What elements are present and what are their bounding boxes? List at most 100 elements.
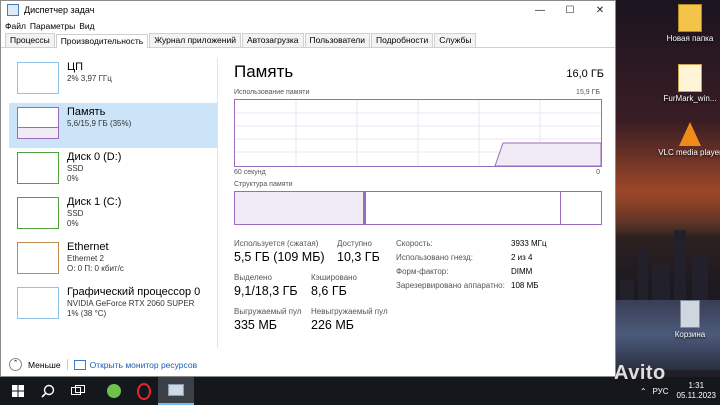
tab-strip: Процессы Производительность Журнал прило…	[1, 33, 615, 48]
sidebar-item-disk-0[interactable]: Диск 0 (D:) SSD 0%	[9, 148, 217, 193]
sidebar-item-memory[interactable]: Память 5,6/15,9 ГБ (35%)	[9, 103, 217, 148]
sidebar-item-detail: 5,6/15,9 ГБ (35%)	[67, 119, 132, 128]
language-indicator[interactable]: РУС	[653, 387, 669, 396]
stat-available-value: 10,3 ГБ	[337, 250, 380, 264]
fewer-details-link[interactable]: Меньше	[28, 360, 61, 370]
task-manager-window: Диспетчер задач — ☐ ✕ Файл Параметры Вид…	[0, 0, 616, 377]
clock-date: 05.11.2023	[676, 391, 716, 400]
desktop-icon-label: Новая папка	[666, 34, 714, 43]
task-view-button[interactable]	[60, 377, 96, 405]
sidebar-item-cpu[interactable]: ЦП 2% 3,97 ГГц	[9, 58, 217, 103]
sidebar-item-detail: SSD	[67, 164, 84, 173]
page-title: Память	[234, 62, 294, 81]
task-view-icon	[71, 385, 85, 395]
composition-in-use	[235, 192, 364, 224]
search-icon	[41, 384, 55, 398]
gpu-graph-thumbnail	[17, 287, 59, 319]
tab-services[interactable]: Службы	[434, 33, 477, 47]
menu-options[interactable]: Параметры	[30, 21, 75, 31]
stat-paged-label: Выгружаемый пул	[234, 307, 302, 316]
stat-committed-label: Выделено	[234, 273, 272, 282]
window-title: Диспетчер задач	[24, 5, 95, 15]
taskbar-app-task-manager[interactable]	[158, 377, 194, 405]
sidebar-item-usage: 1% (38 °C)	[67, 309, 107, 318]
opera-icon	[137, 382, 151, 400]
taskbar-app-opera[interactable]	[126, 377, 162, 405]
memory-graph-thumbnail	[17, 107, 59, 139]
avito-watermark: Avito	[614, 362, 666, 384]
footer-separator	[66, 359, 68, 370]
detail-slots-label: Использовано гнезд:	[396, 253, 473, 262]
stat-cached-label: Кэшировано	[311, 273, 358, 282]
clock[interactable]: 1:31 05.11.2023	[677, 381, 716, 401]
sidebar-item-usage: 0%	[67, 219, 79, 228]
open-resource-monitor-link[interactable]: Открыть монитор ресурсов	[90, 360, 198, 370]
sidebar-item-label: Память	[67, 106, 106, 118]
desktop-icon-recycle-bin[interactable]: Корзина	[654, 300, 720, 339]
sidebar-item-label: ЦП	[67, 61, 84, 73]
sidebar-item-detail: NVIDIA GeForce RTX 2060 SUPER	[67, 299, 195, 308]
sidebar-item-disk-1[interactable]: Диск 1 (C:) SSD 0%	[9, 193, 217, 238]
resource-list: ЦП 2% 3,97 ГГц Память 5,6/15,9 ГБ (35%) …	[9, 58, 217, 328]
usage-graph-max: 15,9 ГБ	[576, 89, 600, 96]
menu-file[interactable]: Файл	[5, 21, 26, 31]
tray-overflow-icon[interactable]: ⌃	[640, 387, 647, 396]
composition-label: Структура памяти	[234, 181, 293, 188]
sidebar-item-detail: 2% 3,97 ГГц	[67, 74, 112, 83]
footer-bar: ⌃ Меньше Открыть монитор ресурсов	[9, 358, 197, 371]
task-manager-taskbar-icon	[168, 384, 184, 396]
task-manager-icon	[7, 4, 19, 16]
tab-performance[interactable]: Производительность	[55, 34, 149, 48]
ethernet-graph-thumbnail	[17, 242, 59, 274]
sidebar-item-ethernet[interactable]: Ethernet Ethernet 2 О: 0 П: 0 кбит/с	[9, 238, 217, 283]
resource-monitor-icon	[73, 359, 86, 370]
usage-graph-grid	[235, 100, 601, 166]
stat-committed-value: 9,1/18,3 ГБ	[234, 284, 298, 298]
sidebar-item-usage: 0%	[67, 174, 79, 183]
tab-processes[interactable]: Процессы	[5, 33, 55, 47]
panel-divider[interactable]	[217, 58, 218, 348]
torrent-icon	[107, 384, 121, 398]
tab-details[interactable]: Подробности	[371, 33, 434, 47]
graph-axis-right: 0	[596, 169, 600, 176]
stat-nonpaged-value: 226 МБ	[311, 318, 354, 332]
sidebar-item-gpu[interactable]: Графический процессор 0 NVIDIA GeForce R…	[9, 283, 217, 328]
minimize-icon: —	[535, 4, 545, 16]
sidebar-item-label: Диск 0 (D:)	[67, 151, 122, 163]
taskbar: ⌃ РУС 1:31 05.11.2023	[0, 377, 720, 405]
composition-standby	[366, 192, 561, 224]
performance-panel: ЦП 2% 3,97 ГГц Память 5,6/15,9 ГБ (35%) …	[1, 48, 615, 348]
sidebar-item-label: Диск 1 (C:)	[67, 196, 122, 208]
close-button[interactable]: ✕	[585, 1, 615, 19]
detail-reserved-label: Зарезервировано аппаратно:	[396, 281, 505, 290]
vlc-cone-icon	[679, 122, 701, 146]
tab-startup[interactable]: Автозагрузка	[241, 33, 304, 47]
tab-app-history[interactable]: Журнал приложений	[149, 33, 241, 47]
minimize-button[interactable]: —	[525, 1, 555, 19]
detail-slots-value: 2 из 4	[511, 253, 533, 262]
detail-form-label: Форм-фактор:	[396, 267, 449, 276]
disk-graph-thumbnail	[17, 152, 59, 184]
tab-users[interactable]: Пользователи	[304, 33, 371, 47]
maximize-icon: ☐	[565, 4, 575, 16]
maximize-button[interactable]: ☐	[555, 1, 585, 19]
memory-total: 16,0 ГБ	[566, 68, 604, 80]
detail-form-value: DIMM	[511, 267, 533, 276]
desktop-icon-furmark[interactable]: FurMark_win...	[654, 64, 720, 103]
graph-axis-left: 60 секунд	[234, 169, 266, 176]
sidebar-item-detail: SSD	[67, 209, 84, 218]
sidebar-item-label: Графический процессор 0	[67, 286, 201, 298]
close-icon: ✕	[595, 4, 605, 16]
stat-in-use-label: Используется (сжатая)	[234, 239, 319, 248]
desktop-icon-new-folder[interactable]: Новая папка	[654, 4, 720, 43]
chevron-up-icon[interactable]: ⌃	[9, 358, 22, 371]
sidebar-item-detail: Ethernet 2	[67, 254, 104, 263]
stat-nonpaged-label: Невыгружаемый пул	[311, 307, 388, 316]
recycle-bin-icon	[680, 300, 700, 328]
desktop-icon-vlc[interactable]: VLC media player	[654, 122, 720, 157]
title-bar[interactable]: Диспетчер задач — ☐ ✕	[1, 1, 615, 19]
memory-usage-area	[494, 142, 601, 166]
menu-view[interactable]: Вид	[79, 21, 94, 31]
menu-bar: Файл Параметры Вид	[1, 19, 615, 33]
desktop-icon-label: FurMark_win...	[663, 94, 717, 103]
